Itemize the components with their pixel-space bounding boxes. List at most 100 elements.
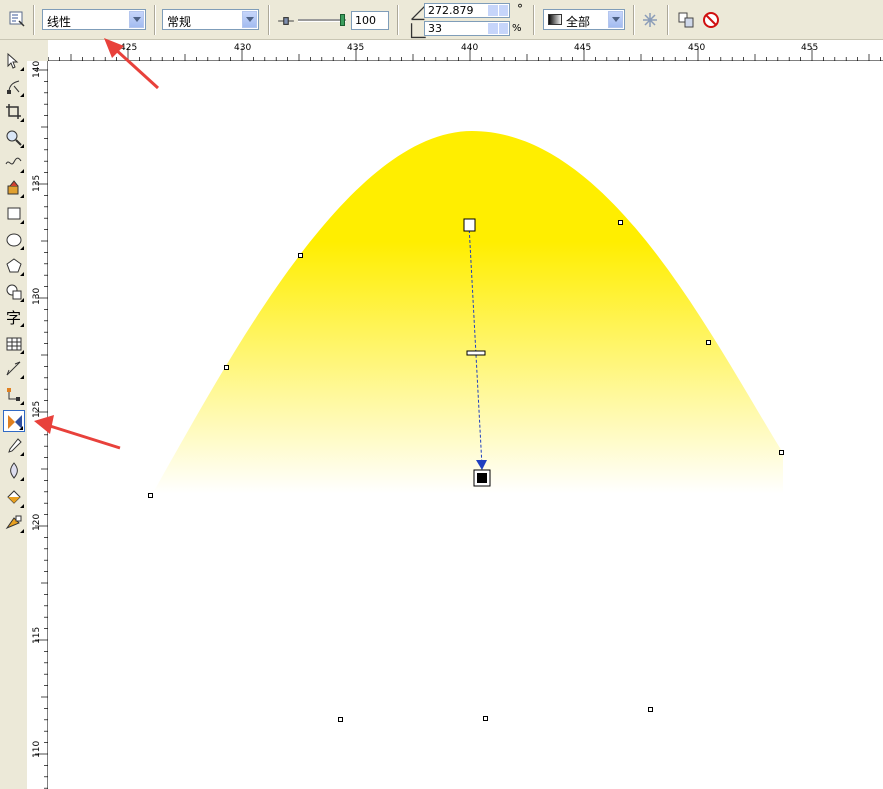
ruler-label: 110 (32, 741, 42, 758)
crop-tool-button[interactable] (3, 101, 25, 123)
flyout-indicator-icon (20, 169, 24, 173)
flyout-indicator-icon (20, 194, 24, 198)
spin-up-down-icon[interactable] (488, 23, 498, 34)
bell-shape[interactable] (150, 131, 783, 501)
shape-node[interactable] (779, 450, 784, 455)
ruler-label: 445 (574, 43, 591, 53)
flyout-indicator-icon (20, 529, 24, 533)
flyout-indicator-icon (20, 67, 24, 71)
ruler-label: 120 (32, 514, 42, 531)
ruler-label: 130 (32, 288, 42, 305)
shape-node[interactable] (483, 716, 488, 721)
chevron-down-icon[interactable] (242, 11, 257, 28)
flyout-indicator-icon (20, 452, 24, 456)
spin-toggle-icon[interactable] (499, 23, 508, 34)
property-bar: 线性 常规 100 272.879 ° 33 % 全部 (0, 0, 883, 40)
zoom-tool-button[interactable] (3, 127, 25, 149)
polygon-tool-button[interactable] (3, 255, 25, 277)
ruler-label: 450 (688, 43, 705, 53)
ellipse-tool-button[interactable] (3, 229, 25, 251)
gradient-midpoint-handle[interactable] (466, 350, 486, 356)
fill-type-value: 线性 (47, 15, 72, 29)
flyout-indicator-icon (20, 375, 24, 379)
ruler-label: 435 (347, 43, 364, 53)
apply-scope-select[interactable]: 全部 (543, 9, 625, 30)
fill-mode-value: 常规 (167, 15, 192, 29)
text-tool-button[interactable]: 字 (3, 306, 25, 328)
shape-node[interactable] (706, 340, 711, 345)
ruler-corner[interactable] (27, 40, 48, 61)
separator (397, 5, 399, 35)
ruler-label: 135 (32, 175, 42, 192)
ruler-label: 115 (32, 627, 42, 644)
separator (533, 5, 535, 35)
eyedropper-tool-button[interactable] (3, 435, 25, 457)
midpoint-icon (278, 17, 294, 25)
flyout-indicator-icon (20, 144, 24, 148)
ruler-label: 430 (234, 43, 251, 53)
interactive-fill-tool-button[interactable] (3, 512, 25, 534)
separator (268, 5, 270, 35)
rectangle-tool-button[interactable] (3, 203, 25, 225)
slider-thumb[interactable] (340, 14, 345, 26)
flyout-indicator-icon (19, 426, 23, 430)
dimension-tool-button[interactable] (3, 358, 25, 380)
annotation-arrow-left-icon (34, 415, 121, 450)
ruler-label: 455 (801, 43, 818, 53)
separator (667, 5, 669, 35)
separator (633, 5, 635, 35)
shape-node[interactable] (338, 717, 343, 722)
shape-node[interactable] (148, 493, 153, 498)
interactive-blend-tool-button[interactable] (3, 410, 25, 432)
annotation-arrow-top-icon (104, 38, 160, 90)
flyout-indicator-icon (20, 401, 24, 405)
flyout-indicator-icon (20, 298, 24, 302)
ruler-label: 140 (32, 61, 42, 78)
drawing-canvas[interactable] (48, 61, 883, 789)
fill-properties-icon[interactable] (8, 10, 26, 28)
horizontal-ruler[interactable]: 425 430 435 440 445 450 455 (48, 40, 883, 61)
flyout-indicator-icon (20, 477, 24, 481)
shape-node[interactable] (648, 707, 653, 712)
flyout-indicator-icon (20, 323, 24, 327)
separator (33, 5, 35, 35)
chevron-down-icon[interactable] (608, 11, 623, 28)
flyout-indicator-icon (20, 504, 24, 508)
ruler-label: 440 (461, 43, 478, 53)
angle-unit: ° (517, 2, 523, 16)
flyout-indicator-icon (20, 93, 24, 97)
separator (154, 5, 156, 35)
toolbox: 字 (0, 40, 27, 789)
midpoint-slider[interactable] (298, 14, 346, 26)
outline-tool-button[interactable] (3, 460, 25, 482)
spin-toggle-icon[interactable] (499, 5, 508, 16)
pick-tool-button[interactable] (3, 50, 25, 72)
angle-input[interactable]: 272.879 (424, 3, 510, 18)
fill-tool-button[interactable] (3, 487, 25, 509)
gradient-start-handle[interactable] (463, 218, 476, 232)
fill-type-select[interactable]: 线性 (42, 9, 146, 30)
flyout-indicator-icon (20, 350, 24, 354)
basic-shapes-tool-button[interactable] (3, 281, 25, 303)
smoothing-icon[interactable] (641, 11, 659, 29)
freehand-tool-button[interactable] (3, 152, 25, 174)
midpoint-input[interactable]: 100 (351, 11, 389, 30)
edge-pad-unit: % (512, 23, 522, 34)
text-tool-icon: 字 (6, 309, 22, 327)
shape-node[interactable] (618, 220, 623, 225)
table-tool-button[interactable] (3, 333, 25, 355)
edge-pad-input[interactable]: 33 (424, 21, 510, 36)
connector-tool-button[interactable] (3, 384, 25, 406)
no-fill-icon[interactable] (702, 11, 720, 29)
fill-mode-select[interactable]: 常规 (162, 9, 259, 30)
gradient-swatch-icon (548, 14, 562, 25)
smart-fill-tool-button[interactable] (3, 177, 25, 199)
chevron-down-icon[interactable] (129, 11, 144, 28)
shape-tool-button[interactable] (3, 76, 25, 98)
gradient-end-handle-fill (477, 473, 487, 483)
spin-up-down-icon[interactable] (488, 5, 498, 16)
shape-node[interactable] (224, 365, 229, 370)
copy-fill-icon[interactable] (677, 11, 695, 29)
flyout-indicator-icon (20, 220, 24, 224)
shape-node[interactable] (298, 253, 303, 258)
